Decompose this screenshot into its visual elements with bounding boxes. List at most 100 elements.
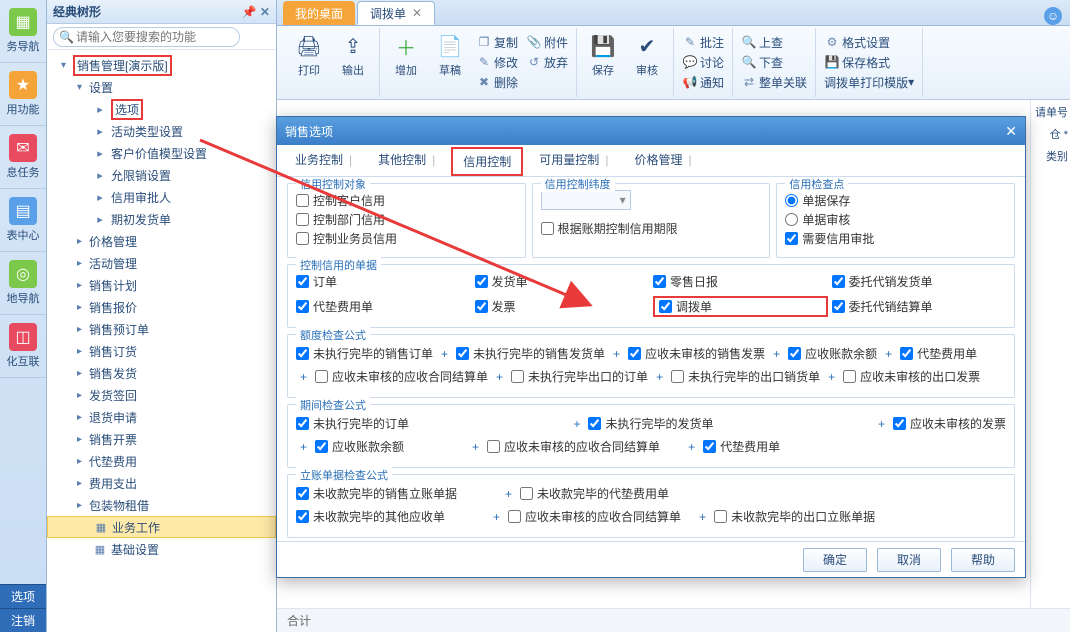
ok-button[interactable]: 确定 <box>803 548 867 572</box>
ribbon-down[interactable]: 🔍下查 <box>741 52 807 72</box>
tree-branch[interactable]: ▸代垫费用 <box>47 450 276 472</box>
ribbon-output[interactable]: ⇪输出 <box>331 30 375 78</box>
dialog-close-icon[interactable]: ✕ <box>1005 123 1017 140</box>
ribbon-audit[interactable]: ✔审核 <box>625 30 669 78</box>
tree-branch[interactable]: ▸销售计划 <box>47 274 276 296</box>
pin-icon[interactable]: 📌 ✕ <box>242 5 270 19</box>
ribbon-format[interactable]: ⚙格式设置 <box>824 32 914 52</box>
dock-item-3[interactable]: ▤表中心 <box>0 189 46 252</box>
tree-branch[interactable]: ▸费用支出 <box>47 472 276 494</box>
tree-leaf[interactable]: ▸客户价值模型设置 <box>47 142 276 164</box>
dock-item-1[interactable]: ★用功能 <box>0 63 46 126</box>
ribbon-save[interactable]: 💾保存 <box>581 30 625 78</box>
ribbon-abandon[interactable]: ↺放弃 <box>526 52 568 72</box>
close-icon[interactable]: ✕ <box>412 6 422 20</box>
tree-branch[interactable]: ▸发货签回 <box>47 384 276 406</box>
chk-doc-transfer[interactable]: 调拨单 <box>653 296 828 317</box>
left-dock: ▦务导航 ★用功能 ✉息任务 ▤表中心 ◎地导航 ◫化互联 选项 注销 <box>0 0 47 632</box>
tree-body: ▾销售管理[演示版] ▾设置 ▸选项 ▸活动类型设置 ▸客户价值模型设置 ▸允限… <box>47 50 276 632</box>
tree-title: 经典树形 <box>53 3 101 20</box>
fieldset-credit-docs: 控制信用的单据 订单 发货单 零售日报 委托代销发货单 代垫费用单 发票 调拨单… <box>287 264 1015 328</box>
ribbon-delete[interactable]: ✖删除 <box>476 72 518 92</box>
dialog-tab-price[interactable]: 价格管理| <box>624 147 701 174</box>
dialog-tab-biz[interactable]: 业务控制| <box>285 147 362 174</box>
ribbon-up[interactable]: 🔍上查 <box>741 32 807 52</box>
ribbon-rel[interactable]: ⇄整单关联 <box>741 72 807 92</box>
dock-footer-options[interactable]: 选项 <box>0 584 46 608</box>
tree-bottom-biz[interactable]: ▦业务工作 <box>47 516 276 538</box>
ribbon-attach[interactable]: 📎附件 <box>526 32 568 52</box>
chk-doc-order[interactable]: 订单 <box>296 273 471 290</box>
chk-doc-retail[interactable]: 零售日报 <box>653 273 828 290</box>
ribbon-copy[interactable]: ❐复制 <box>476 32 518 52</box>
tree-leaf[interactable]: ▸活动类型设置 <box>47 120 276 142</box>
cancel-button[interactable]: 取消 <box>877 548 941 572</box>
chk-doc-consign-settle[interactable]: 委托代销结算单 <box>832 296 1007 317</box>
dialog-footer: 确定 取消 帮助 <box>277 541 1025 577</box>
dock-item-2[interactable]: ✉息任务 <box>0 126 46 189</box>
chk-customer-credit[interactable]: 控制客户信用 <box>296 192 517 209</box>
fieldset-period-formula: 期间检查公式 未执行完毕的订单 + 未执行完毕的发货单 + 应收未审核的发票 +… <box>287 404 1015 468</box>
dialog-title: 销售选项 <box>285 123 333 140</box>
tree-leaf[interactable]: ▸允限销设置 <box>47 164 276 186</box>
credit-dimension-combo[interactable]: ▾ <box>541 190 631 210</box>
tree-branch[interactable]: ▸活动管理 <box>47 252 276 274</box>
tab-transfer[interactable]: 调拨单✕ <box>357 1 435 25</box>
chk-doc-delivery[interactable]: 发货单 <box>475 273 650 290</box>
ribbon-approve[interactable]: ✎批注 <box>682 32 724 52</box>
ribbon-print[interactable]: 🖨打印 <box>287 30 331 78</box>
dialog-tab-avail[interactable]: 可用量控制| <box>529 147 618 174</box>
chk-account-period[interactable]: 根据账期控制信用期限 <box>541 220 762 237</box>
side-fields: 请单号 仓 * 类别 <box>1030 100 1070 632</box>
ribbon-draft[interactable]: 📄草稿 <box>428 30 472 78</box>
dock-item-4[interactable]: ◎地导航 <box>0 252 46 315</box>
tree-branch[interactable]: ▸价格管理 <box>47 230 276 252</box>
ribbon-template[interactable]: 调拨单打印模版 ▾ <box>824 72 914 92</box>
tree-panel: 经典树形 📌 ✕ 🔍 ▾销售管理[演示版] ▾设置 ▸选项 ▸活动类型设置 ▸客… <box>47 0 277 632</box>
tree-search-input[interactable] <box>53 27 240 47</box>
tree-leaf-options[interactable]: ▸选项 <box>47 98 276 120</box>
chk-salesman-credit[interactable]: 控制业务员信用 <box>296 230 517 247</box>
radio-save[interactable]: 单据保存 <box>785 192 1006 209</box>
tree-branch[interactable]: ▸退货申请 <box>47 406 276 428</box>
tree-branch[interactable]: ▸包装物租借 <box>47 494 276 516</box>
dock-item-5[interactable]: ◫化互联 <box>0 315 46 378</box>
fieldset-credit-dimension: 信用控制纬度 ▾ 根据账期控制信用期限 <box>532 183 771 258</box>
chk-doc-consign-delivery[interactable]: 委托代销发货单 <box>832 273 1007 290</box>
dialog-tabs: 业务控制| 其他控制| 信用控制 可用量控制| 价格管理| <box>277 145 1025 177</box>
tree-branch[interactable]: ▸销售订货 <box>47 340 276 362</box>
tree-branch[interactable]: ▸销售开票 <box>47 428 276 450</box>
dock-item-0[interactable]: ▦务导航 <box>0 0 46 63</box>
chk-doc-invoice[interactable]: 发票 <box>475 296 650 317</box>
dialog-title-bar[interactable]: 销售选项 ✕ <box>277 117 1025 145</box>
tree-bottom-base[interactable]: ▦基础设置 <box>47 538 276 560</box>
dialog-tab-other[interactable]: 其他控制| <box>368 147 445 174</box>
tree-leaf[interactable]: ▸期初发货单 <box>47 208 276 230</box>
smiley-icon[interactable]: ☺ <box>1044 7 1062 25</box>
ribbon-add[interactable]: ＋增加 <box>384 30 428 78</box>
dialog-tab-credit[interactable]: 信用控制 <box>451 147 523 176</box>
ribbon-discuss[interactable]: 💬讨论 <box>682 52 724 72</box>
tree-branch[interactable]: ▸销售发货 <box>47 362 276 384</box>
ribbon-saveformat[interactable]: 💾保存格式 <box>824 52 914 72</box>
tree-branch[interactable]: ▸销售预订单 <box>47 318 276 340</box>
chk-dept-credit[interactable]: 控制部门信用 <box>296 211 517 228</box>
tree-settings[interactable]: ▾设置 <box>47 76 276 98</box>
tree-root[interactable]: ▾销售管理[演示版] <box>47 54 276 76</box>
dock-footer-logout[interactable]: 注销 <box>0 608 46 632</box>
tab-desktop[interactable]: 我的桌面 <box>283 1 355 25</box>
help-button[interactable]: 帮助 <box>951 548 1015 572</box>
tree-leaf[interactable]: ▸信用审批人 <box>47 186 276 208</box>
chk-doc-advance[interactable]: 代垫费用单 <box>296 296 471 317</box>
ribbon-notify[interactable]: 📢通知 <box>682 72 724 92</box>
ribbon: 🖨打印 ⇪输出 ＋增加 📄草稿 ❐复制 ✎修改 ✖删除 📎附件 ↺放弃 💾保存 … <box>277 26 1070 100</box>
content-footer: 合计 <box>277 608 1070 632</box>
chk-need-approval[interactable]: 需要信用审批 <box>785 230 1006 247</box>
tree-branch[interactable]: ▸销售报价 <box>47 296 276 318</box>
fieldset-billing-formula: 立账单据检查公式 未收款完毕的销售立账单据 + 未收款完毕的代垫费用单 未收款完… <box>287 474 1015 538</box>
ribbon-modify[interactable]: ✎修改 <box>476 52 518 72</box>
search-icon: 🔍 <box>59 30 74 44</box>
radio-audit[interactable]: 单据审核 <box>785 211 1006 228</box>
tree-header: 经典树形 📌 ✕ <box>47 0 276 24</box>
tabs-bar: 我的桌面 调拨单✕ ☺ <box>277 0 1070 26</box>
